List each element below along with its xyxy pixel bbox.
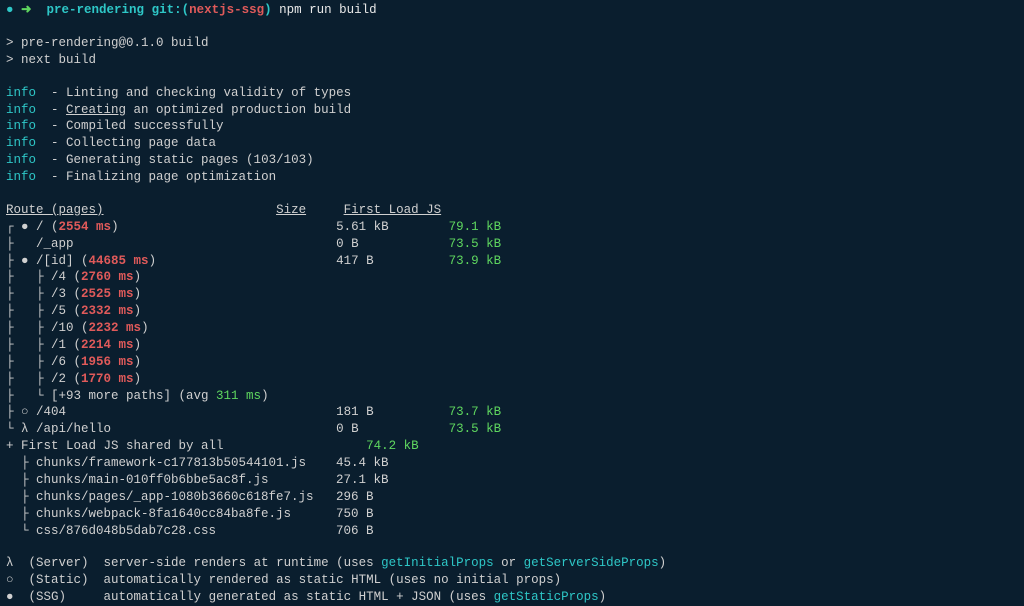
route-row: └ λ /api/hello 0 B 73.5 kB — [0, 421, 1024, 438]
route-row: ├ ○ /404 181 B 73.7 kB — [0, 404, 1024, 421]
legend-row: ● (SSG) automatically generated as stati… — [0, 589, 1024, 606]
legend-row: ○ (Static) automatically rendered as sta… — [0, 572, 1024, 589]
legend-row: λ (Server) server-side renders at runtim… — [0, 555, 1024, 572]
table-header: Route (pages) Size First Load JS — [0, 202, 1024, 219]
route-child-row: ├ ├ /10 (2232 ms) — [0, 320, 1024, 337]
prompt-dot-icon: ● — [6, 3, 14, 17]
info-line: info - Creating an optimized production … — [0, 102, 1024, 119]
npm-output-line: > next build — [0, 52, 1024, 69]
prompt-command: npm run build — [279, 3, 377, 17]
info-line: info - Finalizing page optimization — [0, 169, 1024, 186]
prompt-git-close: ) — [264, 3, 272, 17]
shared-chunk-row: ├ chunks/webpack-8fa1640cc84ba8fe.js 750… — [0, 506, 1024, 523]
route-row: ├ /_app 0 B 73.5 kB — [0, 236, 1024, 253]
prompt-git-label: git:( — [152, 3, 190, 17]
prompt-arrow-icon: ➜ — [21, 3, 31, 17]
shared-chunk-row: └ css/876d048b5dab7c28.css 706 B — [0, 523, 1024, 540]
route-child-row: ├ ├ /3 (2525 ms) — [0, 286, 1024, 303]
info-line: info - Collecting page data — [0, 135, 1024, 152]
route-child-row: ├ ├ /4 (2760 ms) — [0, 269, 1024, 286]
shared-header: + First Load JS shared by all 74.2 kB — [0, 438, 1024, 455]
route-child-row: ├ ├ /2 (1770 ms) — [0, 371, 1024, 388]
npm-output-line: > pre-rendering@0.1.0 build — [0, 35, 1024, 52]
route-child-row: ├ ├ /5 (2332 ms) — [0, 303, 1024, 320]
shell-prompt[interactable]: ● ➜ pre-rendering git:(nextjs-ssg) npm r… — [0, 2, 1024, 19]
info-line: info - Generating static pages (103/103) — [0, 152, 1024, 169]
shared-chunk-row: ├ chunks/framework-c177813b50544101.js 4… — [0, 455, 1024, 472]
info-line: info - Linting and checking validity of … — [0, 85, 1024, 102]
route-row: ├ ● /[id] (44685 ms) 417 B 73.9 kB — [0, 253, 1024, 270]
shared-chunk-row: ├ chunks/main-010ff0b6bbe5ac8f.js 27.1 k… — [0, 472, 1024, 489]
shared-chunk-row: ├ chunks/pages/_app-1080b3660c618fe7.js … — [0, 489, 1024, 506]
prompt-dir: pre-rendering — [47, 3, 145, 17]
route-row: ┌ ● / (2554 ms) 5.61 kB 79.1 kB — [0, 219, 1024, 236]
route-child-row: ├ ├ /1 (2214 ms) — [0, 337, 1024, 354]
more-paths-line: ├ └ [+93 more paths] (avg 311 ms) — [0, 388, 1024, 405]
route-child-row: ├ ├ /6 (1956 ms) — [0, 354, 1024, 371]
info-line: info - Compiled successfully — [0, 118, 1024, 135]
prompt-branch: nextjs-ssg — [189, 3, 264, 17]
